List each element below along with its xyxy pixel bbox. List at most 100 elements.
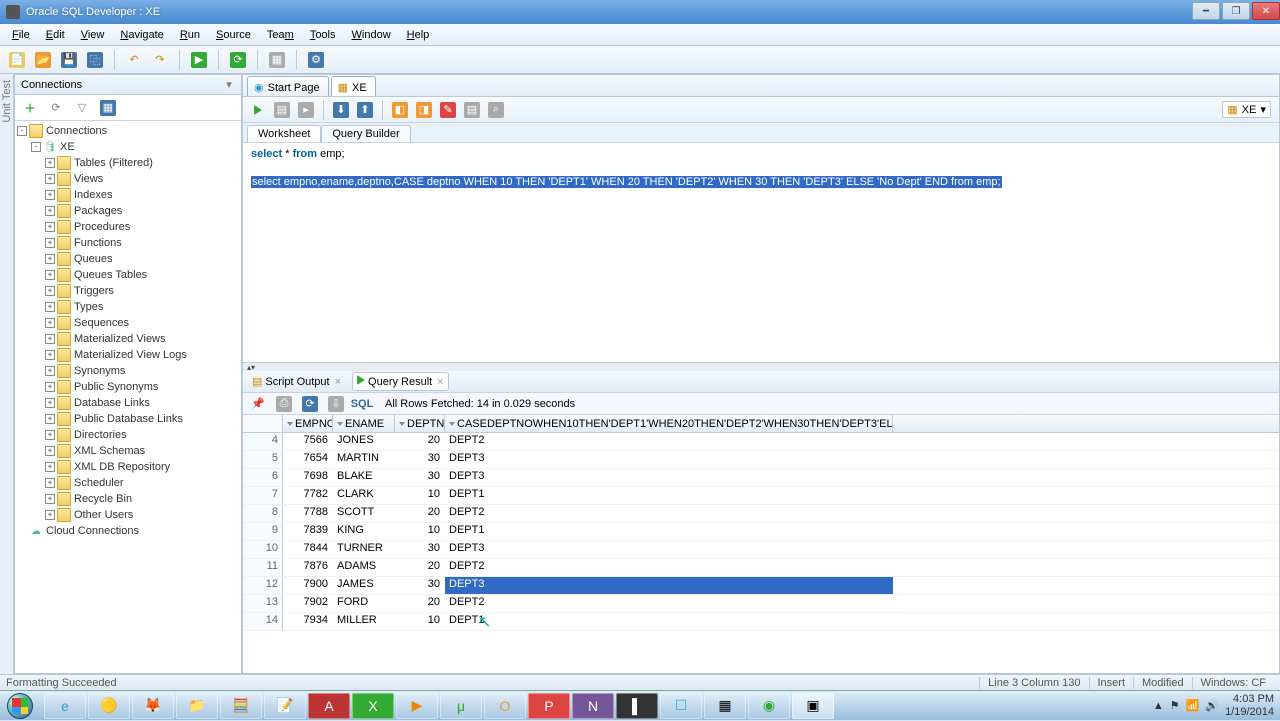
cell-deptno[interactable]: 30 [395, 577, 445, 594]
close-icon[interactable]: × [335, 376, 341, 388]
tray-network-icon[interactable]: 📶 [1186, 699, 1200, 712]
sql-tuning-button[interactable]: ◨ [413, 99, 435, 121]
taskbar-access[interactable]: A [308, 693, 350, 719]
tray-volume-icon[interactable]: 🔊 [1205, 699, 1219, 712]
window-maximize-button[interactable]: ❐ [1222, 2, 1250, 20]
undo-button[interactable]: ↶ [123, 49, 145, 71]
tree-item-materialized-views[interactable]: +Materialized Views [17, 331, 239, 347]
tree-item-xml-schemas[interactable]: +XML Schemas [17, 443, 239, 459]
taskbar-ie[interactable]: e [44, 693, 86, 719]
table-row[interactable]: 137902FORD20DEPT2 [243, 595, 1279, 613]
table-row[interactable]: 57654MARTIN30DEPT3 [243, 451, 1279, 469]
tree-item-directories[interactable]: +Directories [17, 427, 239, 443]
cell-ename[interactable]: MARTIN [333, 451, 395, 468]
menu-team[interactable]: Team [261, 27, 300, 43]
splitter-handle[interactable]: ▴▾ [243, 363, 1279, 371]
saveall-button[interactable]: ⿻ [84, 49, 106, 71]
tree-item-tables-filtered-[interactable]: +Tables (Filtered) [17, 155, 239, 171]
find-button[interactable]: ⌕ [485, 99, 507, 121]
start-button[interactable] [0, 691, 40, 721]
table-row[interactable]: 147934MILLER10DEPT1 [243, 613, 1279, 631]
cell-empno[interactable]: 7844 [283, 541, 333, 558]
taskbar-sqldeveloper[interactable]: ▣ [792, 693, 834, 719]
tray-icon[interactable]: ▲ [1153, 700, 1164, 712]
cell-deptno[interactable]: 20 [395, 433, 445, 450]
print-button[interactable]: ⎙ [273, 393, 295, 415]
cell-ename[interactable]: SCOTT [333, 505, 395, 522]
menu-source[interactable]: Source [210, 27, 257, 43]
tree-item-queues-tables[interactable]: +Queues Tables [17, 267, 239, 283]
cell-deptno[interactable]: 20 [395, 595, 445, 612]
pin-button[interactable]: 📌 [247, 393, 269, 415]
tree-item-scheduler[interactable]: +Scheduler [17, 475, 239, 491]
tree-item-recycle-bin[interactable]: +Recycle Bin [17, 491, 239, 507]
tab-xe[interactable]: ▦ XE [331, 76, 376, 96]
menu-view[interactable]: View [75, 27, 111, 43]
taskbar-outlook[interactable]: O [484, 693, 526, 719]
sql-worksheet-button[interactable]: ▦ [266, 49, 288, 71]
cell-empno[interactable]: 7934 [283, 613, 333, 630]
debug-button[interactable]: ⟳ [227, 49, 249, 71]
tab-query-result[interactable]: Query Result × [352, 372, 449, 391]
results-grid[interactable]: EMPNO ENAME DEPTNO CASEDEPTNOWHEN10THEN'… [243, 415, 1279, 673]
cell-deptno[interactable]: 20 [395, 505, 445, 522]
redo-button[interactable]: ↷ [149, 49, 171, 71]
tree-item-views[interactable]: +Views [17, 171, 239, 187]
cell-deptno[interactable]: 30 [395, 451, 445, 468]
cell-case[interactable]: DEPT1 [445, 487, 893, 504]
cell-ename[interactable]: TURNER [333, 541, 395, 558]
taskbar-utorrent[interactable]: μ [440, 693, 482, 719]
taskbar-app2[interactable]: ▦ [704, 693, 746, 719]
XE[interactable]: -🛢XE [17, 139, 239, 155]
taskbar-firefox[interactable]: 🦊 [132, 693, 174, 719]
cell-empno[interactable]: 7698 [283, 469, 333, 486]
cell-case[interactable]: DEPT3 [445, 577, 893, 594]
open-sql-button[interactable]: ▦ [97, 97, 119, 119]
tree-item-synonyms[interactable]: +Synonyms [17, 363, 239, 379]
new-button[interactable]: 📄 [6, 49, 28, 71]
taskbar-powerpoint[interactable]: P [528, 693, 570, 719]
cell-case[interactable]: DEPT3 [445, 451, 893, 468]
cell-deptno[interactable]: 20 [395, 559, 445, 576]
cell-ename[interactable]: ADAMS [333, 559, 395, 576]
cell-case[interactable]: DEPT1 [445, 613, 893, 630]
cell-ename[interactable]: JAMES [333, 577, 395, 594]
tree-item-other-users[interactable]: +Other Users [17, 507, 239, 523]
cell-case[interactable]: DEPT2 [445, 505, 893, 522]
explain-plan-button[interactable]: ▸ [295, 99, 317, 121]
tree-item-functions[interactable]: +Functions [17, 235, 239, 251]
tree-item-materialized-view-logs[interactable]: +Materialized View Logs [17, 347, 239, 363]
export-button[interactable]: ⇩ [325, 393, 347, 415]
cell-deptno[interactable]: 10 [395, 487, 445, 504]
autotrace-button[interactable]: ◧ [389, 99, 411, 121]
cell-empno[interactable]: 7654 [283, 451, 333, 468]
cell-empno[interactable]: 7839 [283, 523, 333, 540]
taskbar-chrome[interactable]: 🟡 [88, 693, 130, 719]
cell-ename[interactable]: FORD [333, 595, 395, 612]
taskbar-app3[interactable]: ◉ [748, 693, 790, 719]
cell-empno[interactable]: 7566 [283, 433, 333, 450]
taskbar-sticky[interactable]: ☐ [660, 693, 702, 719]
cell-ename[interactable]: JONES [333, 433, 395, 450]
sql-button[interactable]: SQL [351, 393, 373, 415]
table-row[interactable]: 87788SCOTT20DEPT2 [243, 505, 1279, 523]
commit-button[interactable]: ⬇ [330, 99, 352, 121]
table-row[interactable]: 127900JAMES30DEPT3 [243, 577, 1279, 595]
panel-minimize-icon[interactable]: ▾ [223, 78, 235, 91]
taskbar-onenote[interactable]: N [572, 693, 614, 719]
tree-item-procedures[interactable]: +Procedures [17, 219, 239, 235]
cell-ename[interactable]: MILLER [333, 613, 395, 630]
tree-item-xml-db-repository[interactable]: +XML DB Repository [17, 459, 239, 475]
taskbar-excel[interactable]: X [352, 693, 394, 719]
rollback-button[interactable]: ⬆ [354, 99, 376, 121]
cell-empno[interactable]: 7900 [283, 577, 333, 594]
cell-empno[interactable]: 7876 [283, 559, 333, 576]
taskbar-media[interactable]: ▶ [396, 693, 438, 719]
cell-case[interactable]: DEPT3 [445, 541, 893, 558]
cell-case[interactable]: DEPT3 [445, 469, 893, 486]
menu-navigate[interactable]: Navigate [114, 27, 169, 43]
tree-item-public-database-links[interactable]: +Public Database Links [17, 411, 239, 427]
tab-start-page[interactable]: ◉ Start Page [247, 76, 329, 96]
cell-deptno[interactable]: 30 [395, 469, 445, 486]
cell-deptno[interactable]: 10 [395, 523, 445, 540]
